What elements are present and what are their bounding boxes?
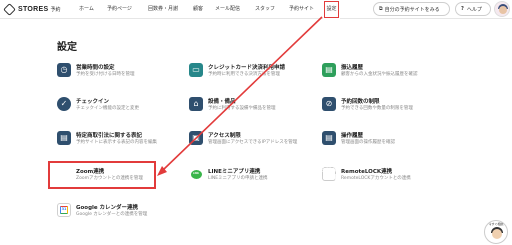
logo-text: STORES [18, 6, 49, 13]
badge-face [492, 229, 502, 239]
nav-mail[interactable]: メール配信 [215, 0, 240, 19]
credit-card-icon: ▭ [189, 63, 203, 77]
card-title: 予約回数の制限 [341, 99, 380, 105]
card-desc: 予約時に利用できる決済方法を管理 [208, 72, 280, 77]
card-desc: 予約できる回数や数量の制限を管理 [341, 106, 413, 111]
stores-logo[interactable]: STORES 予約 [3, 3, 61, 16]
card-title: チェックイン [76, 99, 110, 105]
nav-home[interactable]: ホーム [79, 0, 94, 19]
calendar-glyph: 31 [60, 206, 68, 214]
view-site-button[interactable]: ⧉ 自分の予約サイトをみる [373, 2, 450, 16]
card-title: アクセス制限 [208, 133, 241, 139]
limit-icon: ⊘ [322, 97, 336, 111]
card-desc: 予約を受け付ける日時を管理 [76, 72, 135, 77]
stores-logo-icon [3, 3, 16, 16]
nav-customers[interactable]: 顧客 [193, 0, 203, 19]
card-title: 振込履歴 [341, 65, 364, 71]
external-link-icon: ⧉ [379, 6, 383, 12]
card-title: クレジットカード決済利用申請 [208, 65, 286, 71]
card-desc: 顧客からの入金状況や振込履歴を確認 [341, 72, 418, 77]
card-title: LINEミニアプリ連携 [208, 169, 261, 175]
avatar-face [499, 6, 507, 14]
check-icon: ✓ [57, 97, 71, 111]
card-desc: 管理画面にアクセスできるIPアドレスを管理 [208, 140, 298, 145]
help-label: ヘルプ [466, 6, 482, 13]
nav-tickets[interactable]: 回数券・月謝 [148, 0, 178, 19]
card-title: 営業時間の設定 [76, 65, 115, 71]
clock-icon: ◷ [57, 63, 71, 77]
google-calendar-icon: 31 [57, 203, 71, 217]
view-site-label: 自分の予約サイトをみる [384, 6, 440, 13]
card-desc: Google カレンダーとの連携を管理 [76, 212, 148, 217]
card-title: Google カレンダー連携 [76, 205, 139, 211]
user-avatar[interactable] [494, 1, 510, 17]
remotelock-icon: Remote LOCK [315, 165, 344, 182]
document-icon: ▤ [57, 131, 71, 145]
nav-booking-site[interactable]: 予約サイト [289, 0, 314, 19]
card-desc: RemoteLOCKアカウントとの連携 [341, 176, 411, 181]
card-desc: 予約に利用する設備や備品を管理 [208, 106, 276, 111]
equipment-icon: ⌂ [189, 97, 203, 111]
page-title: 設定 [57, 42, 77, 53]
nav-settings[interactable]: 設定 [323, 0, 340, 19]
history-icon: ▤ [322, 131, 336, 145]
nav-booking-page[interactable]: 予約ページ [107, 0, 132, 19]
line-icon: LINE [189, 167, 203, 181]
top-nav-bar: STORES 予約 ホーム 予約ページ 回数券・月謝 顧客 メール配信 スタッフ… [0, 0, 512, 19]
question-icon: ? [461, 6, 464, 12]
card-title: 操作履歴 [341, 133, 364, 139]
nav-staff[interactable]: スタッフ [255, 0, 275, 19]
zoom-highlight-box [48, 161, 156, 189]
bank-transfer-icon: ▤ [322, 63, 336, 77]
card-desc: 管理画面の操作履歴を確認 [341, 140, 395, 145]
card-desc: チェックイン機能の設定と変更 [76, 106, 139, 111]
card-title: 設備・備品 [208, 99, 236, 105]
help-button[interactable]: ? ヘルプ [455, 2, 491, 16]
access-icon: ▣ [189, 131, 203, 145]
line-bubble: LINE [190, 169, 202, 179]
chat-badge-label: 今すぐ相談 [488, 222, 504, 226]
card-desc: 予約サイトに表示する表記の内容を編集 [76, 140, 157, 145]
chat-support-badge[interactable]: 今すぐ相談 [484, 220, 508, 244]
card-title: RemoteLOCK連携 [341, 169, 393, 175]
card-title: 特定商取引法に関する表記 [76, 133, 143, 139]
logo-subtitle: 予約 [50, 7, 61, 13]
card-desc: LINEミニアプリの申請と連携 [208, 176, 268, 181]
